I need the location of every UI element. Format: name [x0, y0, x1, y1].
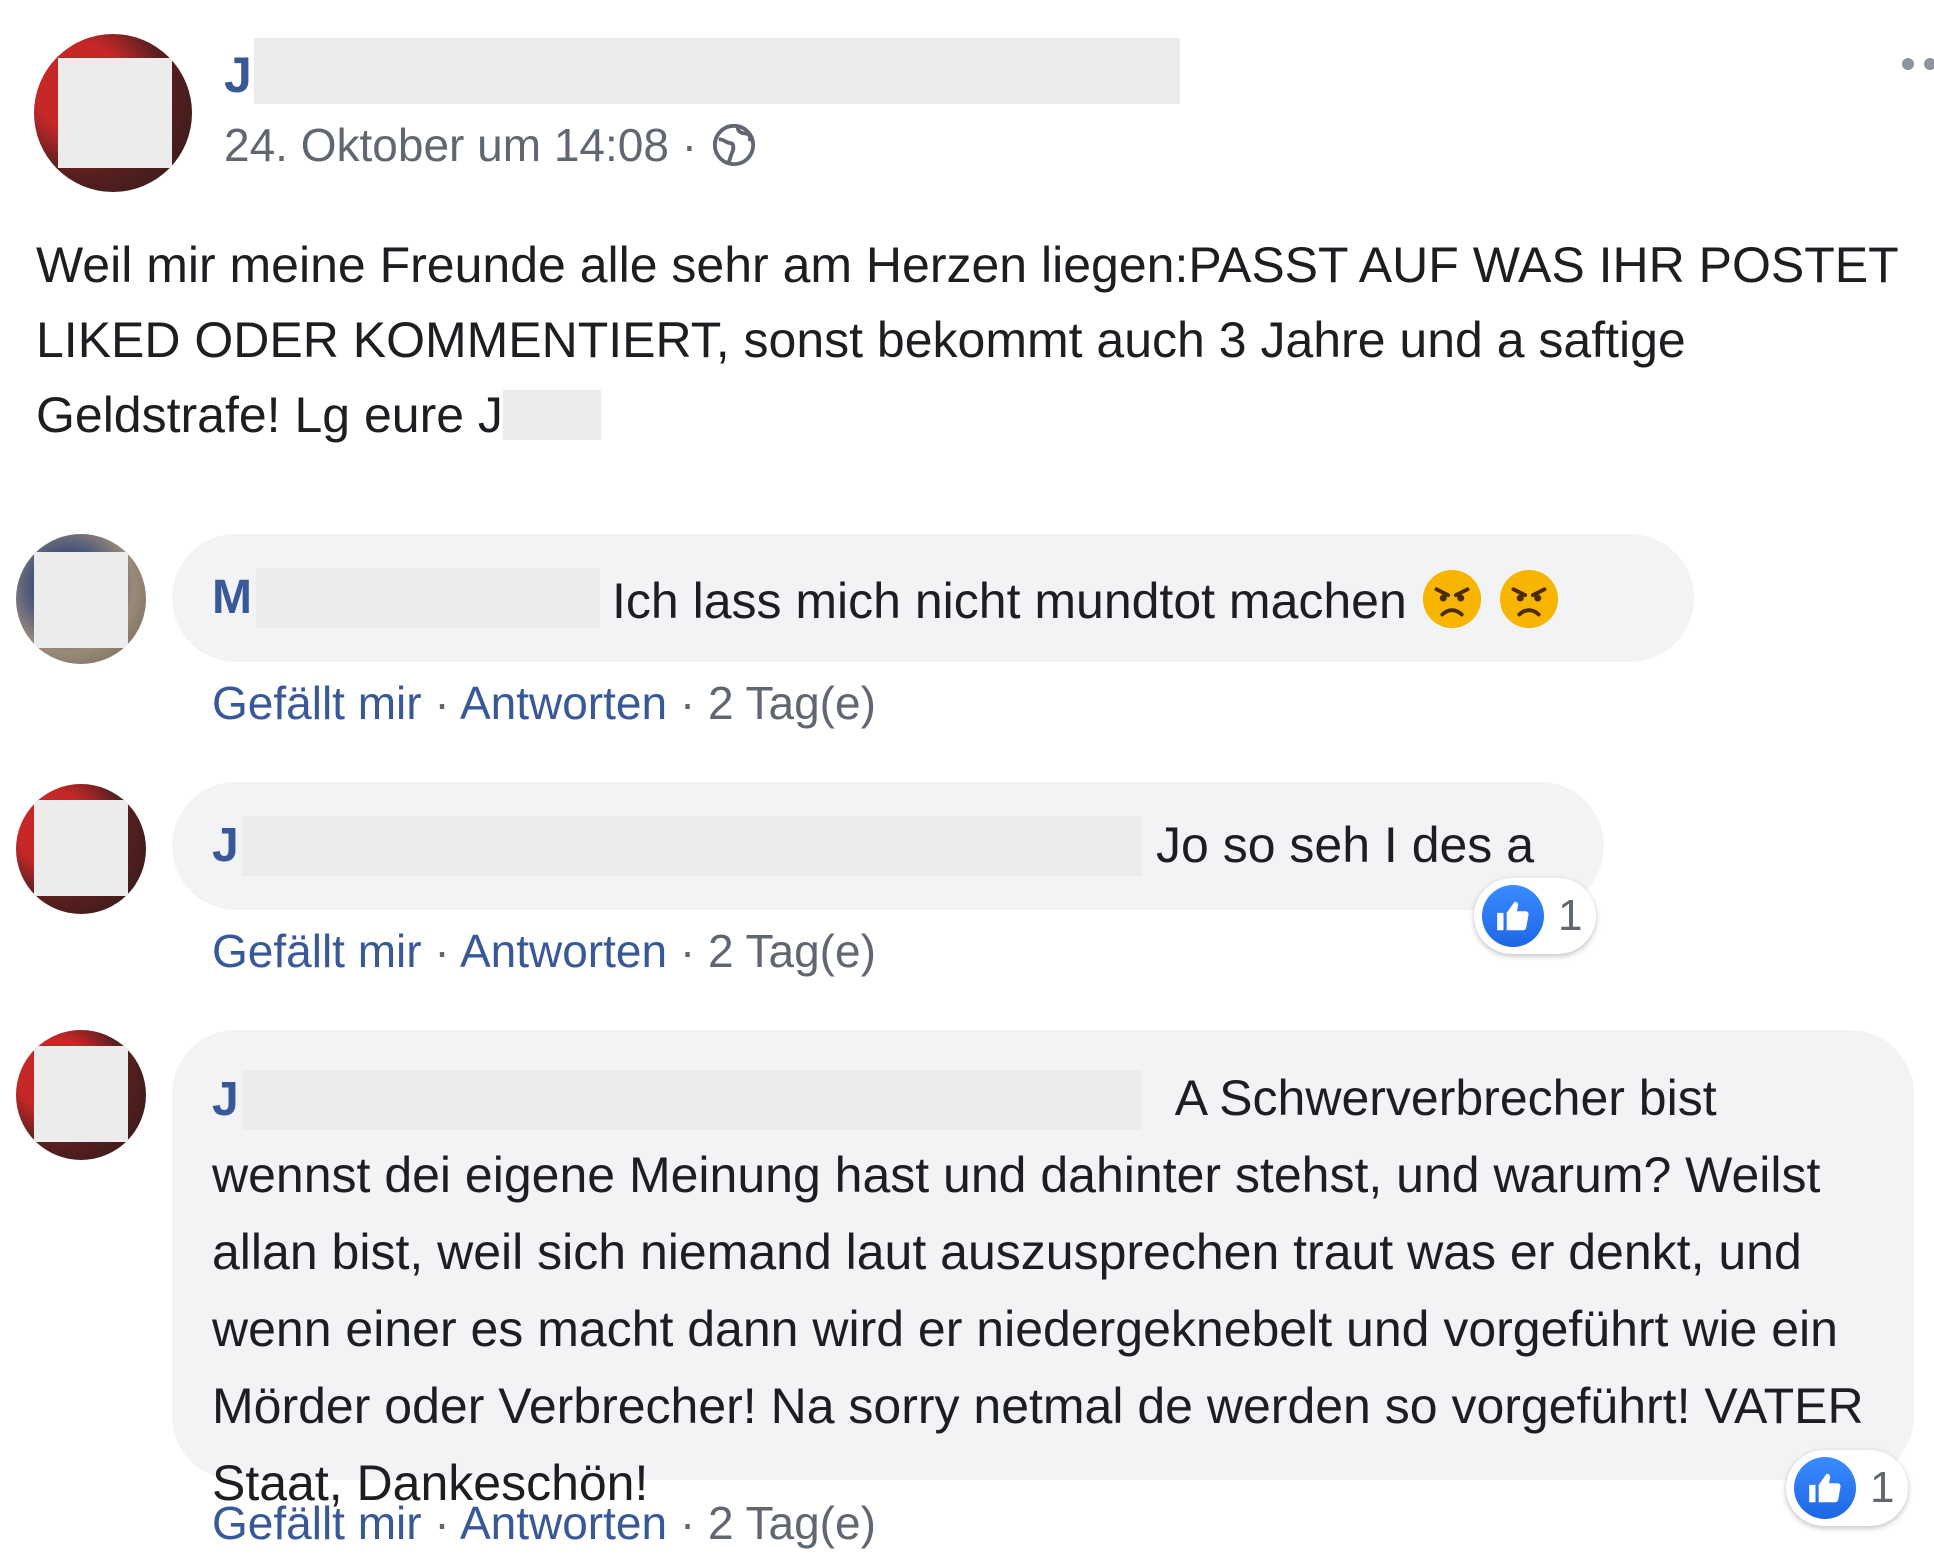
redacted-author-name [242, 816, 1142, 876]
redacted-author-name [254, 38, 1180, 104]
comment-bubble: M Ich lass mich nicht mundtot machen [172, 534, 1694, 662]
post-timestamp[interactable]: 24. Oktober um 14:08 · [224, 118, 757, 172]
reply-link[interactable]: Antworten [460, 677, 667, 729]
comment-author-name[interactable]: M [212, 571, 252, 624]
comment-text-continued: wennst dei eigene Meinung hast und dahin… [212, 1147, 1864, 1511]
comment-author-name[interactable]: J [212, 819, 239, 872]
thumbs-up-icon [1482, 885, 1544, 947]
post-body: Weil mir meine Freunde alle sehr am Herz… [36, 237, 1898, 443]
comment-text: A Schwerverbrecher bist [1174, 1070, 1717, 1126]
commenter-avatar[interactable] [16, 1030, 146, 1160]
like-link[interactable]: Gefällt mir [212, 1497, 422, 1549]
like-link[interactable]: Gefällt mir [212, 925, 422, 977]
commenter-avatar[interactable] [16, 784, 146, 914]
comment-bubble: J Jo so seh I des a [172, 782, 1604, 910]
redacted-author-name [256, 568, 600, 628]
angry-face-icon [1423, 569, 1482, 629]
angry-face-icon [1499, 569, 1558, 629]
redacted-name [502, 390, 601, 440]
more-options-icon[interactable] [1900, 54, 1934, 74]
reply-link[interactable]: Antworten [460, 1497, 667, 1549]
comment-age[interactable]: 2 Tag(e) [708, 1497, 876, 1549]
post-author-name[interactable]: J [224, 46, 252, 104]
comment-author-name[interactable]: J [212, 1073, 239, 1126]
thumbs-up-icon [1794, 1457, 1856, 1519]
comment-actions: Gefällt mir · Antworten · 2 Tag(e) [212, 677, 876, 729]
globe-icon [712, 123, 756, 167]
reaction-count: 1 [1870, 1463, 1895, 1512]
reaction-summary[interactable]: 1 [1474, 878, 1597, 954]
comment-age[interactable]: 2 Tag(e) [708, 925, 876, 977]
comment-actions: Gefällt mir · Antworten · 2 Tag(e) [212, 925, 876, 977]
comment-text: Jo so seh I des a [1156, 817, 1535, 873]
reaction-summary[interactable]: 1 [1786, 1450, 1909, 1526]
comment-text: Ich lass mich nicht mundtot machen [612, 573, 1407, 629]
commenter-avatar[interactable] [16, 534, 146, 664]
reply-link[interactable]: Antworten [460, 925, 667, 977]
reaction-count: 1 [1558, 891, 1583, 940]
comment-bubble: J A Schwerverbrecher bist wennst dei eige… [172, 1030, 1914, 1511]
comment-actions: Gefällt mir · Antworten · 2 Tag(e) [212, 1497, 876, 1549]
comment-age[interactable]: 2 Tag(e) [708, 677, 876, 729]
post-author-avatar[interactable] [34, 34, 192, 192]
like-link[interactable]: Gefällt mir [212, 677, 422, 729]
